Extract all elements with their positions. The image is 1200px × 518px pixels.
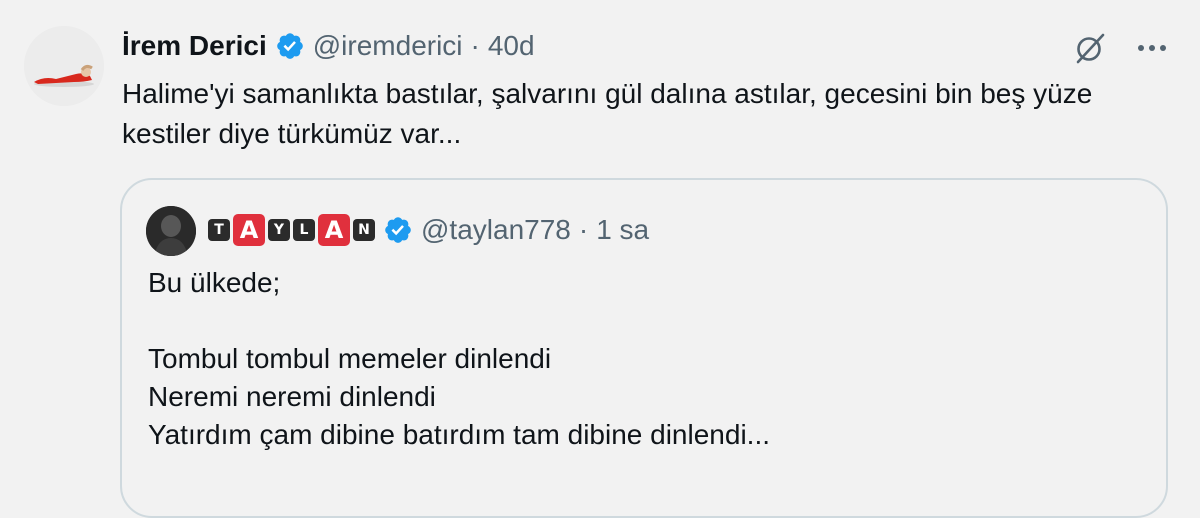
separator-dot: · [578,214,589,245]
verified-badge-icon [383,215,413,245]
quoted-author-handle[interactable]: @taylan778 [421,214,571,246]
tweet-time[interactable]: 40d [488,30,535,62]
verified-badge-icon [275,31,305,61]
author-letter: Y [268,219,290,241]
tweet-header: İrem Derici @iremderici · 40d [122,28,535,64]
author-name[interactable]: İrem Derici [122,30,267,62]
more-dots-icon[interactable] [1132,28,1172,68]
quoted-text-line: Neremi neremi dinlendi [148,381,436,412]
quoted-author-name[interactable]: T A Y L A N [208,214,375,246]
quoted-tweet-time[interactable]: 1 sa [596,214,649,246]
quoted-text-line: Tombul tombul memeler dinlendi [148,343,552,374]
tweet-card[interactable]: İrem Derici @iremderici · 40d Halime'yi [0,0,1200,518]
author-handle[interactable]: @iremderici [313,30,463,62]
author-letter: N [353,219,375,241]
author-letter: T [208,219,230,241]
quoted-text-line: Yatırdım çam dibine batırdım tam dibine … [148,419,771,450]
author-avatar[interactable] [24,26,104,106]
author-letter: A [318,214,350,246]
author-letter: A [233,214,265,246]
separator-dot: · [470,30,480,61]
author-letter: L [293,219,315,241]
tweet-actions [1070,28,1172,68]
quoted-tweet-header: T A Y L A N @taylan778 · 1 sa [208,210,649,250]
quoted-tweet-text: Bu ülkede; Tombul tombul memeler dinlend… [148,264,1128,454]
grok-icon[interactable] [1070,28,1110,68]
quoted-text-line [148,302,1128,340]
tweet-text: Halime'yi samanlıkta bastılar, şalvarını… [122,78,1093,149]
quoted-author-avatar[interactable] [146,206,196,256]
quoted-tweet[interactable]: T A Y L A N @taylan778 · 1 sa Bu ülkede;… [120,178,1168,518]
quoted-text-line: Bu ülkede; [148,267,281,298]
